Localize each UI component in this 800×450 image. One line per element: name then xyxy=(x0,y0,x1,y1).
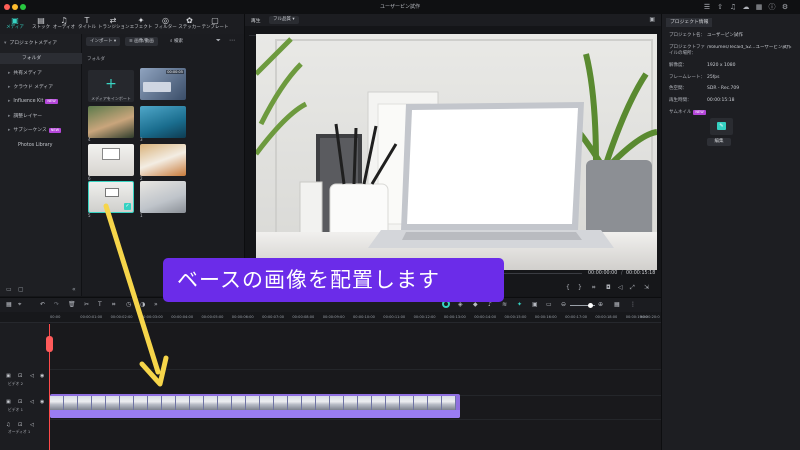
caption-banner: ベースの画像を配置します xyxy=(163,258,504,302)
arrow-shaft xyxy=(103,203,161,375)
annotation-arrow xyxy=(103,203,169,387)
